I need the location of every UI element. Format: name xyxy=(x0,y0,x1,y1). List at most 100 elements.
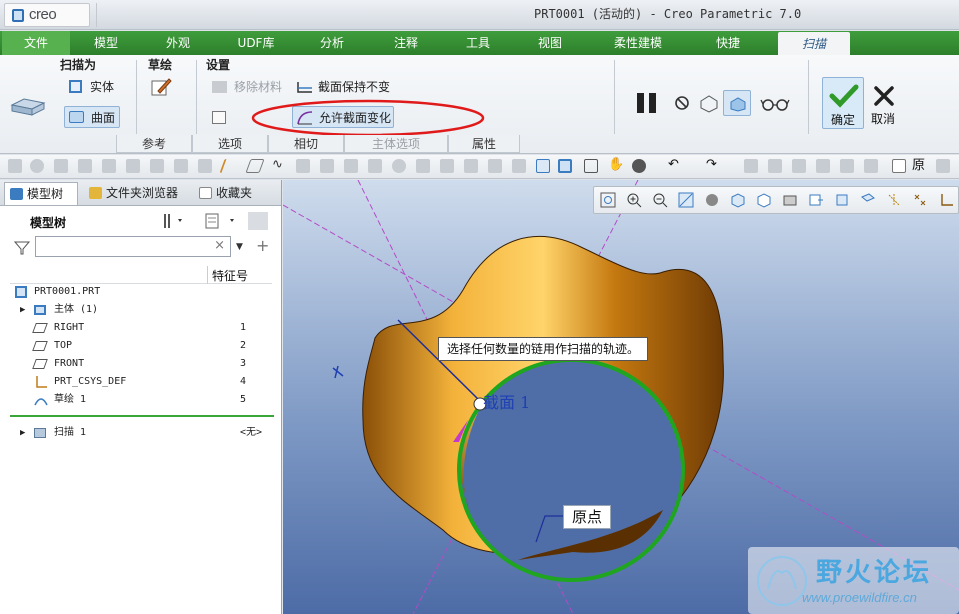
surface-option[interactable]: 曲面 xyxy=(64,106,120,128)
appearance-icon[interactable] xyxy=(632,159,646,173)
repaint-icon[interactable] xyxy=(678,192,694,208)
print-icon[interactable] xyxy=(174,159,188,173)
regenerate-icon[interactable] xyxy=(54,159,68,173)
cancel-button[interactable]: 取消 xyxy=(867,77,899,129)
zoom-out-icon[interactable] xyxy=(652,192,668,208)
tree-row-sweep[interactable]: ▶ 扫描 1 <无> xyxy=(0,424,281,442)
geometry-preview-icon[interactable] xyxy=(698,93,720,113)
tree-row-body[interactable]: ▶ 主体 (1) xyxy=(0,301,281,319)
tab-favorites[interactable]: 收藏夹 xyxy=(194,182,268,205)
tree-row-front[interactable]: FRONT 3 xyxy=(0,355,281,373)
thicken-option[interactable] xyxy=(210,107,230,129)
tab-model[interactable]: 模型 xyxy=(80,31,132,55)
save-icon[interactable] xyxy=(150,159,164,173)
tab-sweep[interactable]: 扫描 xyxy=(778,32,850,55)
filter-icon[interactable] xyxy=(13,240,31,256)
find-icon[interactable] xyxy=(792,159,806,173)
pattern-icon[interactable] xyxy=(488,159,502,173)
tab-view[interactable]: 视图 xyxy=(524,31,576,55)
datum-icon[interactable] xyxy=(198,159,212,173)
tree-row-right[interactable]: RIGHT 1 xyxy=(0,319,281,337)
saved-orientations-icon[interactable] xyxy=(730,192,746,208)
perspective-icon[interactable] xyxy=(782,192,798,208)
expand-arrow-icon[interactable]: ▶ xyxy=(20,424,25,442)
original-icon[interactable]: 原 xyxy=(912,159,926,173)
sketch-button[interactable] xyxy=(150,77,172,97)
layers-icon[interactable] xyxy=(816,159,830,173)
curve-icon[interactable]: ∿ xyxy=(272,158,286,173)
solid-option[interactable]: 实体 xyxy=(66,76,120,98)
tab-annotate[interactable]: 注释 xyxy=(380,31,432,55)
tab-options[interactable]: 选项 xyxy=(192,135,268,153)
tab-folder-browser[interactable]: 文件夹浏览器 xyxy=(84,182,188,205)
pan-hand-icon[interactable]: ✋ xyxy=(608,158,624,173)
tab-udf-library[interactable]: UDF库 xyxy=(228,31,284,55)
undo-icon[interactable]: ↶ xyxy=(668,158,682,173)
expand-arrow-icon[interactable]: ▶ xyxy=(20,301,25,319)
ok-button[interactable]: 确定 xyxy=(822,77,864,129)
page-icon[interactable] xyxy=(892,159,906,173)
rib-icon[interactable] xyxy=(464,159,478,173)
display-style-icon[interactable] xyxy=(558,159,572,173)
clear-search-icon[interactable]: × xyxy=(214,238,225,253)
close-window-icon[interactable] xyxy=(936,159,950,173)
search-dropdown-icon[interactable]: ▼ xyxy=(236,242,243,252)
tab-model-tree[interactable]: 模型树 xyxy=(4,182,78,205)
constant-section-option[interactable]: 截面保持不变 xyxy=(294,76,400,98)
tab-tangency[interactable]: 相切 xyxy=(268,135,344,153)
parameters-icon[interactable] xyxy=(864,159,878,173)
copy-icon[interactable] xyxy=(102,159,116,173)
relations-icon[interactable] xyxy=(840,159,854,173)
axis-icon[interactable] xyxy=(219,159,235,173)
add-filter-icon[interactable]: + xyxy=(256,236,269,255)
hole-icon[interactable] xyxy=(392,159,406,173)
tab-tools[interactable]: 工具 xyxy=(452,31,504,55)
select-icon[interactable] xyxy=(584,159,598,173)
refit-icon[interactable] xyxy=(600,192,616,208)
feature-preview-button[interactable] xyxy=(723,90,751,116)
no-preview-icon[interactable] xyxy=(674,95,690,111)
measure-icon[interactable] xyxy=(768,159,782,173)
tree-columns-icon[interactable] xyxy=(204,212,240,230)
new-icon[interactable] xyxy=(8,159,22,173)
round-icon[interactable] xyxy=(368,159,382,173)
tab-body-options[interactable]: 主体选项 xyxy=(344,135,448,153)
sphere-icon[interactable] xyxy=(30,159,44,173)
csys-icon[interactable] xyxy=(344,159,358,173)
mirror-icon[interactable] xyxy=(512,159,526,173)
tab-file[interactable]: 文件 xyxy=(2,31,70,55)
regen-manager-icon[interactable] xyxy=(744,159,758,173)
open-icon[interactable] xyxy=(78,159,92,173)
redo-icon[interactable]: ↷ xyxy=(706,158,720,173)
sketch-toolbar-icon[interactable] xyxy=(296,159,310,173)
verify-glasses-icon[interactable] xyxy=(760,96,790,112)
tree-row-csys[interactable]: PRT_CSYS_DEF 4 xyxy=(0,373,281,391)
annotation-display-icon[interactable] xyxy=(834,192,850,208)
shaded-icon[interactable] xyxy=(536,159,550,173)
csys-display-icon[interactable] xyxy=(938,192,954,208)
tab-analysis[interactable]: 分析 xyxy=(306,31,358,55)
origin-label[interactable]: 原点 xyxy=(563,505,611,529)
pause-icon[interactable] xyxy=(634,91,660,115)
paste-icon[interactable] xyxy=(126,159,140,173)
tree-row-top[interactable]: TOP 2 xyxy=(0,337,281,355)
axis-display-icon[interactable] xyxy=(886,192,902,208)
tab-references[interactable]: 参考 xyxy=(116,135,192,153)
quick-access-toolbar[interactable] xyxy=(96,3,126,27)
tree-settings-icon[interactable] xyxy=(160,212,186,230)
point-icon[interactable] xyxy=(320,159,334,173)
remove-material-option[interactable]: 移除材料 xyxy=(208,76,286,98)
tree-row-sketch[interactable]: 草绘 1 5 xyxy=(0,391,281,409)
plane-display-icon[interactable] xyxy=(860,192,876,208)
tree-search-input[interactable]: × xyxy=(35,236,231,257)
plane-icon[interactable] xyxy=(245,159,265,173)
display-style-view-icon[interactable] xyxy=(704,192,720,208)
view-manager-icon[interactable] xyxy=(756,192,772,208)
point-display-icon[interactable] xyxy=(912,192,928,208)
shell-icon[interactable] xyxy=(416,159,430,173)
tab-shortcuts[interactable]: 快捷 xyxy=(700,31,756,55)
tab-flexible-modeling[interactable]: 柔性建模 xyxy=(602,31,674,55)
show-icon[interactable] xyxy=(248,212,268,230)
draft-icon[interactable] xyxy=(440,159,454,173)
tab-properties[interactable]: 属性 xyxy=(448,135,520,153)
